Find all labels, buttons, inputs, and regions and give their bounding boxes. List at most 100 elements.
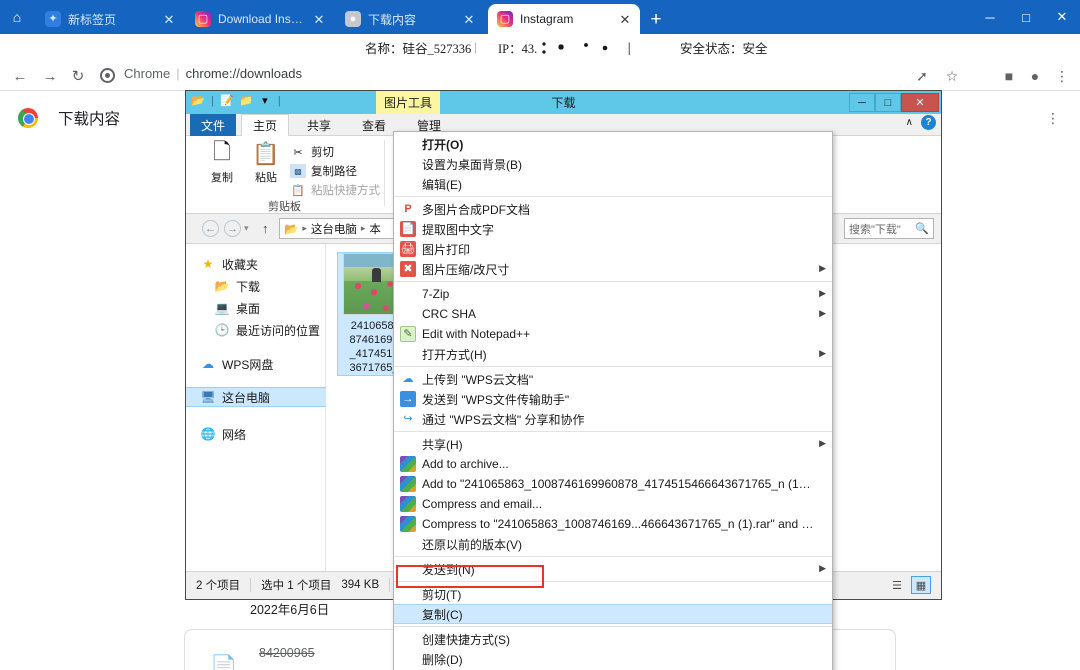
tab-close-icon[interactable]: ✕ [616,10,634,28]
network-icon: 🌐 [200,427,216,441]
context-menu-separator [394,431,832,432]
sidebar-item-this-pc[interactable]: 🖥 这台电脑 [186,387,326,407]
context-menu-item[interactable]: 7-Zip ▶ [394,284,832,304]
sidebar-item-favorites[interactable]: ★ 收藏夹 [194,254,258,274]
search-input[interactable]: 搜索"下载" 🔍 [844,218,934,239]
explorer-forward-button[interactable]: → [224,220,241,237]
context-menu-item[interactable]: ■ Add to archive... [394,454,832,474]
submenu-arrow-icon: ▶ [819,348,826,358]
picture-tools-label: 图片工具 [376,91,441,114]
context-menu-item-label: 图片压缩/改尺寸 [422,262,510,277]
context-menu-item[interactable]: 剪切(T) [394,584,832,604]
new-tab-button[interactable]: + [645,8,667,30]
context-menu-item[interactable]: ■ Compress to "241065863_1008746169...466… [394,514,832,534]
explorer-maximize-button[interactable]: □ [875,93,901,112]
browser-tab-title: 新标签页 [68,12,117,27]
instagram-icon: ▢ [195,11,211,27]
downloads-menu-icon[interactable]: ⋮ [1044,108,1062,128]
details-view-icon[interactable]: ☰ [887,576,907,594]
browser-close-button[interactable]: ✕ [1044,0,1080,34]
ribbon-tab-share[interactable]: 共享 [296,114,342,136]
context-menu-item[interactable]: 打开方式(H) ▶ [394,344,832,364]
context-menu-item[interactable]: CRC SHA ▶ [394,304,832,324]
context-menu-item[interactable]: 打开(O) [394,134,832,154]
context-menu-item[interactable]: P 多图片合成PDF文档 [394,199,832,219]
context-menu-item[interactable]: 发送到(N) ▶ [394,559,832,579]
browser-maximize-button[interactable]: □ [1008,0,1044,34]
context-menu-item[interactable]: ■ Compress and email... [394,494,832,514]
ribbon-copy-path-button[interactable]: ▩ 复制路径 [290,163,357,179]
ribbon-tab-view[interactable]: 查看 [351,114,397,136]
forward-button[interactable]: → [40,66,60,86]
sidebar-item-recent-places[interactable]: 🕒 最近访问的位置 [208,320,321,340]
help-icon[interactable]: ? [921,115,936,130]
ribbon-copy-label: 复制 [211,172,233,184]
tab-close-icon[interactable]: ✕ [310,10,328,28]
sidebar-item-wps-cloud[interactable]: ☁ WPS网盘 [194,354,273,374]
context-menu[interactable]: 打开(O) 设置为桌面背景(B) 编辑(E) P 多图片合成PDF文档 📄 提取图中文字 🖨 图… [393,131,833,670]
context-menu-item[interactable]: ✎ Edit with Notepad++ [394,324,832,344]
context-menu-item[interactable]: ☁ 上传到 "WPS云文档" [394,369,832,389]
ribbon-paste-button[interactable]: 📋 粘贴 [244,139,288,185]
submenu-arrow-icon: ▶ [819,438,826,448]
browser-tab-2[interactable]: ● 下载内容 ✕ [336,4,484,34]
sidebar-item-desktop[interactable]: 💻 桌面 [208,298,261,318]
explorer-title-bar[interactable]: 下载 📂 | 📝 📁 ▾ | 图片工具 ─ □ ✕ [186,91,941,114]
context-menu-item[interactable]: 共享(H) ▶ [394,434,832,454]
navigation-pane: ★ 收藏夹 📂 下载 💻 桌面 🕒 最近访问的位置 ☁ WPS网盘 🖥 这台电脑… [186,244,326,572]
breadcrumb-item-1[interactable]: 本 [369,221,381,237]
context-menu-item[interactable]: → 发送到 "WPS文件传输助手" [394,389,832,409]
context-menu-item[interactable]: 删除(D) [394,649,832,669]
context-menu-item[interactable]: ↪ 通过 "WPS云文档" 分享和协作 [394,409,832,429]
context-menu-item[interactable]: ✖ 图片压缩/改尺寸 ▶ [394,259,832,279]
chevron-down-icon[interactable]: ▾ [257,93,273,109]
search-icon[interactable]: 🔍 [915,222,929,235]
home-icon[interactable]: ⌂ [8,8,26,26]
side-panel-icon[interactable]: ■ [1000,67,1018,85]
new-folder-icon[interactable]: 📁 [238,93,254,109]
tab-close-icon[interactable]: ✕ [460,10,478,28]
browser-tab-0[interactable]: ✦ 新标签页 ✕ [36,4,184,34]
explorer-minimize-button[interactable]: ─ [849,93,875,112]
sidebar-item-downloads[interactable]: 📂 下载 [208,276,261,296]
ribbon-cut-button[interactable]: ✂ 剪切 [290,144,334,160]
star-icon[interactable]: ☆ [943,67,961,85]
scissors-icon: ✂ [293,146,303,159]
context-menu-item[interactable]: 复制(C) [394,604,832,624]
explorer-back-button[interactable]: ← [202,220,219,237]
context-menu-item[interactable]: 创建快捷方式(S) [394,629,832,649]
tab-close-icon[interactable]: ✕ [160,10,178,28]
ribbon-copy-button[interactable]: 🗋 复制 [200,139,244,185]
collapse-ribbon-icon[interactable]: ∧ [906,117,913,128]
browser-tab-1[interactable]: ▢ Download Instagr ✕ [186,4,334,34]
large-icons-view-icon[interactable]: ▦ [911,576,931,594]
reload-button[interactable]: ↻ [68,66,88,86]
context-menu-item[interactable]: 📄 提取图中文字 [394,219,832,239]
ribbon-paste-shortcut-button: 📋 粘贴快捷方式 [290,182,380,198]
context-menu-item[interactable]: 🖨 图片打印 [394,239,832,259]
breadcrumb-item-0[interactable]: 这台电脑 [311,221,357,237]
share-icon[interactable]: ➚ [913,67,931,85]
history-dropdown-icon[interactable]: ▾ [244,223,249,234]
properties-icon[interactable]: 📝 [219,93,235,109]
browser-tab-3[interactable]: ▢ Instagram ✕ [488,4,640,34]
ribbon-tab-home[interactable]: 主页 [241,114,290,136]
profile-avatar-icon[interactable]: ● [1026,67,1044,85]
context-menu-item[interactable]: ■ Add to "241065863_1008746169960878_4174… [394,474,832,494]
context-menu-item[interactable]: 编辑(E) [394,174,832,194]
kebab-menu-icon[interactable]: ⋮ [1053,67,1071,85]
back-button[interactable]: ← [10,66,30,86]
explorer-up-button[interactable]: ↑ [262,221,269,236]
explorer-close-button[interactable]: ✕ [901,93,939,112]
sidebar-item-network[interactable]: 🌐 网络 [194,424,247,444]
breadcrumb-separator: ▸ [302,223,307,233]
downloads-folder-icon[interactable]: 📂 [190,93,206,109]
context-menu-item[interactable]: 还原以前的版本(V) [394,534,832,554]
browser-minimize-button[interactable]: ─ [972,0,1008,34]
context-menu-item[interactable]: 设置为桌面背景(B) [394,154,832,174]
omnibox-divider: | [176,66,180,81]
info-separator: | [474,40,477,54]
address-bar[interactable]: Chrome | chrome://downloads [88,64,1080,88]
context-menu-item-label: CRC SHA [422,307,477,321]
ribbon-tab-file[interactable]: 文件 [190,114,237,136]
